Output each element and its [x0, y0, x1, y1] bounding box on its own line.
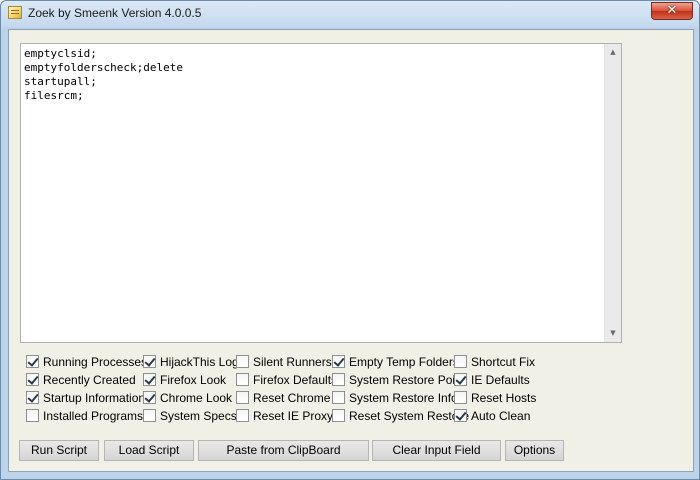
checkbox-system-specs[interactable]: System Specs	[143, 408, 237, 423]
checkbox-label: Running Processes	[43, 354, 148, 369]
checkbox-label: Startup Information	[43, 390, 146, 405]
checkbox-startup-information[interactable]: Startup Information	[26, 390, 145, 405]
checkbox-box[interactable]	[143, 391, 156, 404]
checkbox-label: Reset Hosts	[471, 390, 537, 405]
action-button-row: Run Script Load Script Paste from ClipBo…	[19, 440, 679, 462]
checkbox-reset-ie-proxy[interactable]: Reset IE Proxy	[236, 408, 333, 423]
options-button[interactable]: Options	[505, 440, 564, 461]
checkbox-label: Empty Temp Folders	[349, 354, 459, 369]
checkbox-box[interactable]	[236, 391, 249, 404]
checkbox-box[interactable]	[143, 373, 156, 386]
checkbox-installed-programs[interactable]: Installed Programs	[26, 408, 143, 423]
window-title: Zoek by Smeenk Version 4.0.0.5	[28, 6, 202, 20]
checkbox-running-processes[interactable]: Running Processes	[26, 354, 147, 369]
checkbox-box[interactable]	[332, 373, 345, 386]
checkbox-label: System Restore Info	[349, 390, 458, 405]
checkbox-box[interactable]	[454, 373, 467, 386]
checkbox-label: System Specs	[160, 408, 237, 423]
script-input[interactable]	[24, 47, 604, 339]
checkbox-box[interactable]	[143, 355, 156, 368]
options-checkbox-grid: Running Processes Recently Created Start…	[26, 354, 686, 428]
checkbox-hijackthis-log[interactable]: HijackThis Log	[143, 354, 239, 369]
checkbox-box[interactable]	[454, 391, 467, 404]
app-window: Zoek by Smeenk Version 4.0.0.5 ✕ ▲ ▼ Run…	[0, 0, 700, 480]
checkbox-empty-temp-folders[interactable]: Empty Temp Folders	[332, 354, 459, 369]
script-input-box: ▲ ▼	[20, 43, 622, 343]
run-script-button[interactable]: Run Script	[19, 440, 99, 461]
checkbox-box[interactable]	[236, 409, 249, 422]
checkbox-label: Reset System Restore	[349, 408, 470, 423]
checkbox-recently-created[interactable]: Recently Created	[26, 372, 136, 387]
checkbox-reset-hosts[interactable]: Reset Hosts	[454, 390, 536, 405]
checkbox-box[interactable]	[236, 355, 249, 368]
checkbox-box[interactable]	[454, 409, 467, 422]
checkbox-firefox-look[interactable]: Firefox Look	[143, 372, 226, 387]
checkbox-box[interactable]	[26, 409, 39, 422]
checkbox-box[interactable]	[26, 391, 39, 404]
checkbox-ie-defaults[interactable]: IE Defaults	[454, 372, 530, 387]
checkbox-label: Chrome Look	[160, 390, 233, 405]
checkbox-auto-clean[interactable]: Auto Clean	[454, 408, 530, 423]
checkbox-label: IE Defaults	[471, 372, 530, 387]
checkbox-label: Reset IE Proxy	[253, 408, 334, 423]
app-icon	[8, 6, 22, 19]
checkbox-box[interactable]	[332, 409, 345, 422]
checkbox-reset-chrome[interactable]: Reset Chrome	[236, 390, 330, 405]
paste-from-clipboard-button[interactable]: Paste from ClipBoard	[198, 440, 369, 461]
checkbox-label: Auto Clean	[471, 408, 531, 423]
checkbox-firefox-defaults[interactable]: Firefox Defaults	[236, 372, 337, 387]
checkbox-system-restore-info[interactable]: System Restore Info	[332, 390, 458, 405]
checkbox-system-restore-point[interactable]: System Restore Point	[332, 372, 465, 387]
checkbox-reset-system-restore[interactable]: Reset System Restore	[332, 408, 469, 423]
checkbox-label: Recently Created	[43, 372, 136, 387]
checkbox-label: System Restore Point	[349, 372, 466, 387]
checkbox-label: Reset Chrome	[253, 390, 331, 405]
clear-input-field-button[interactable]: Clear Input Field	[372, 440, 501, 461]
client-area: ▲ ▼ Running Processes Recently Created S…	[8, 29, 694, 472]
checkbox-label: HijackThis Log	[160, 354, 239, 369]
checkbox-box[interactable]	[236, 373, 249, 386]
checkbox-box[interactable]	[26, 355, 39, 368]
checkbox-box[interactable]	[454, 355, 467, 368]
load-script-button[interactable]: Load Script	[104, 440, 194, 461]
checkbox-box[interactable]	[332, 355, 345, 368]
title-bar[interactable]: Zoek by Smeenk Version 4.0.0.5 ✕	[1, 1, 699, 27]
checkbox-box[interactable]	[332, 391, 345, 404]
checkbox-box[interactable]	[143, 409, 156, 422]
checkbox-label: Shortcut Fix	[471, 354, 536, 369]
scroll-up-icon[interactable]: ▲	[605, 44, 621, 61]
checkbox-chrome-look[interactable]: Chrome Look	[143, 390, 232, 405]
scroll-down-icon[interactable]: ▼	[605, 325, 621, 342]
checkbox-label: Installed Programs	[43, 408, 144, 423]
checkbox-shortcut-fix[interactable]: Shortcut Fix	[454, 354, 535, 369]
checkbox-silent-runners[interactable]: Silent Runners	[236, 354, 332, 369]
vertical-scrollbar[interactable]: ▲ ▼	[604, 44, 621, 342]
checkbox-label: Silent Runners	[253, 354, 332, 369]
checkbox-label: Firefox Look	[160, 372, 227, 387]
checkbox-box[interactable]	[26, 373, 39, 386]
checkbox-label: Firefox Defaults	[253, 372, 338, 387]
close-button[interactable]: ✕	[651, 2, 693, 20]
